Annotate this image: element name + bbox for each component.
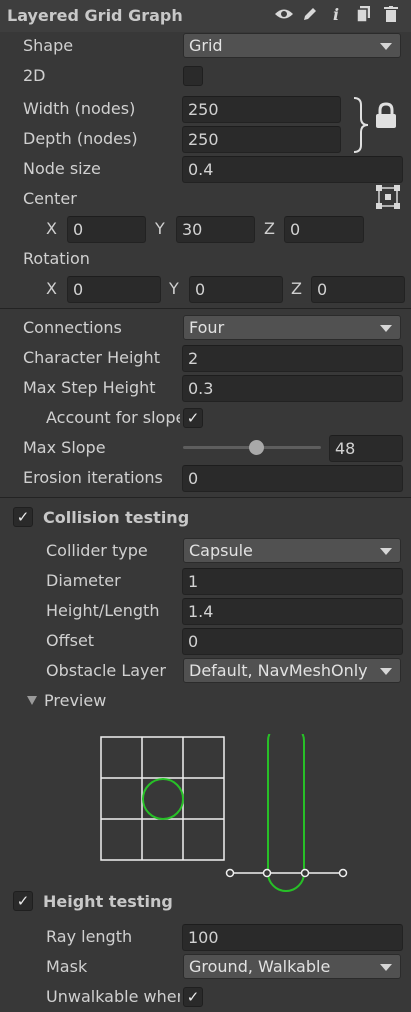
- copy-icon[interactable]: [354, 6, 374, 27]
- collision-enabled-checkbox[interactable]: ✓: [13, 507, 33, 527]
- chevron-down-icon: [380, 548, 392, 555]
- height-testing-enabled-checkbox[interactable]: ✓: [13, 891, 33, 911]
- depth-label: Depth (nodes): [23, 129, 138, 148]
- preview-label[interactable]: Preview: [44, 691, 106, 711]
- obstacle-layer-dropdown[interactable]: Default, NavMeshOnly: [183, 658, 401, 683]
- rotation-y-label: Y: [169, 279, 179, 298]
- pencil-icon[interactable]: [300, 6, 320, 27]
- lock-icon[interactable]: [375, 102, 397, 130]
- divider: [0, 497, 411, 498]
- max-slope-label: Max Slope: [23, 438, 106, 457]
- center-z-field[interactable]: 0: [284, 216, 364, 243]
- link-brace-icon: [352, 96, 370, 154]
- node-size-field[interactable]: 0.4: [182, 156, 403, 183]
- connections-label: Connections: [23, 318, 122, 337]
- shape-value: Grid: [189, 36, 223, 55]
- chevron-down-icon: [380, 668, 392, 675]
- graph-title: Layered Grid Graph: [7, 6, 183, 25]
- unwalkable-label: Unwalkable when no ground: [46, 987, 180, 1006]
- diameter-label: Diameter: [46, 571, 121, 590]
- center-x-label: X: [46, 219, 57, 238]
- chevron-down-icon: [380, 964, 392, 971]
- max-step-label: Max Step Height: [23, 378, 156, 397]
- obstacle-layer-value: Default, NavMeshOnly: [189, 661, 368, 680]
- height-length-field[interactable]: 1.4: [182, 598, 403, 625]
- preview-capsule: [267, 722, 305, 892]
- ray-length-field[interactable]: 100: [182, 924, 403, 951]
- chevron-down-icon: [380, 325, 392, 332]
- snap-center-icon[interactable]: [375, 184, 401, 210]
- divider: [0, 308, 411, 309]
- mask-dropdown[interactable]: Ground, Walkable: [183, 954, 401, 979]
- erosion-label: Erosion iterations: [23, 468, 163, 487]
- twod-label: 2D: [23, 66, 46, 85]
- chevron-down-icon: [380, 43, 392, 50]
- info-icon[interactable]: i: [326, 5, 346, 25]
- height-length-label: Height/Length: [46, 601, 160, 620]
- eye-icon[interactable]: [274, 6, 294, 26]
- preview-circle: [142, 778, 184, 820]
- mask-value: Ground, Walkable: [189, 957, 331, 976]
- center-z-label: Z: [264, 219, 275, 238]
- offset-field[interactable]: 0: [182, 628, 403, 655]
- width-field[interactable]: 250: [182, 96, 341, 123]
- offset-label: Offset: [46, 631, 95, 650]
- collider-type-dropdown[interactable]: Capsule: [183, 538, 401, 563]
- max-step-field[interactable]: 0.3: [182, 375, 403, 402]
- preview-foldout-arrow-icon[interactable]: [27, 696, 37, 705]
- center-y-field[interactable]: 30: [176, 216, 255, 243]
- connections-dropdown[interactable]: Four: [183, 315, 401, 340]
- collider-type-label: Collider type: [46, 541, 148, 560]
- preview-handle: [300, 868, 310, 878]
- mask-label: Mask: [46, 957, 88, 976]
- rotation-z-label: Z: [291, 279, 302, 298]
- rotation-x-field[interactable]: 0: [67, 276, 161, 303]
- rotation-label: Rotation: [23, 249, 90, 268]
- collider-type-value: Capsule: [189, 541, 253, 560]
- char-height-label: Character Height: [23, 348, 160, 367]
- rotation-y-field[interactable]: 0: [189, 276, 283, 303]
- center-label: Center: [23, 189, 77, 208]
- collision-title: Collision testing: [43, 508, 190, 527]
- account-slope-label: Account for slope: [46, 408, 180, 427]
- rotation-x-label: X: [46, 279, 57, 298]
- account-slope-checkbox[interactable]: ✓: [183, 408, 203, 428]
- preview-grid: [100, 736, 225, 861]
- shape-dropdown[interactable]: Grid: [183, 33, 401, 58]
- collision-preview: [98, 722, 350, 894]
- preview-handle: [338, 868, 348, 878]
- center-y-label: Y: [155, 219, 165, 238]
- char-height-field[interactable]: 2: [182, 345, 403, 372]
- diameter-field[interactable]: 1: [182, 568, 403, 595]
- shape-label: Shape: [23, 36, 74, 55]
- twod-checkbox[interactable]: [183, 66, 203, 86]
- unwalkable-checkbox[interactable]: ✓: [183, 987, 203, 1007]
- max-slope-slider-thumb[interactable]: [249, 440, 265, 455]
- height-testing-title: Height testing: [43, 892, 173, 911]
- erosion-field[interactable]: 0: [182, 465, 403, 492]
- obstacle-layer-label: Obstacle Layer: [46, 661, 166, 680]
- width-label: Width (nodes): [23, 99, 136, 118]
- ray-length-label: Ray length: [46, 927, 133, 946]
- node-size-label: Node size: [23, 159, 101, 178]
- trash-icon[interactable]: [381, 6, 401, 27]
- depth-field[interactable]: 250: [182, 126, 341, 153]
- preview-handle: [262, 868, 272, 878]
- preview-handle: [225, 868, 235, 878]
- max-slope-field[interactable]: 48: [329, 435, 403, 462]
- rotation-z-field[interactable]: 0: [311, 276, 405, 303]
- center-x-field[interactable]: 0: [67, 216, 146, 243]
- connections-value: Four: [189, 318, 225, 337]
